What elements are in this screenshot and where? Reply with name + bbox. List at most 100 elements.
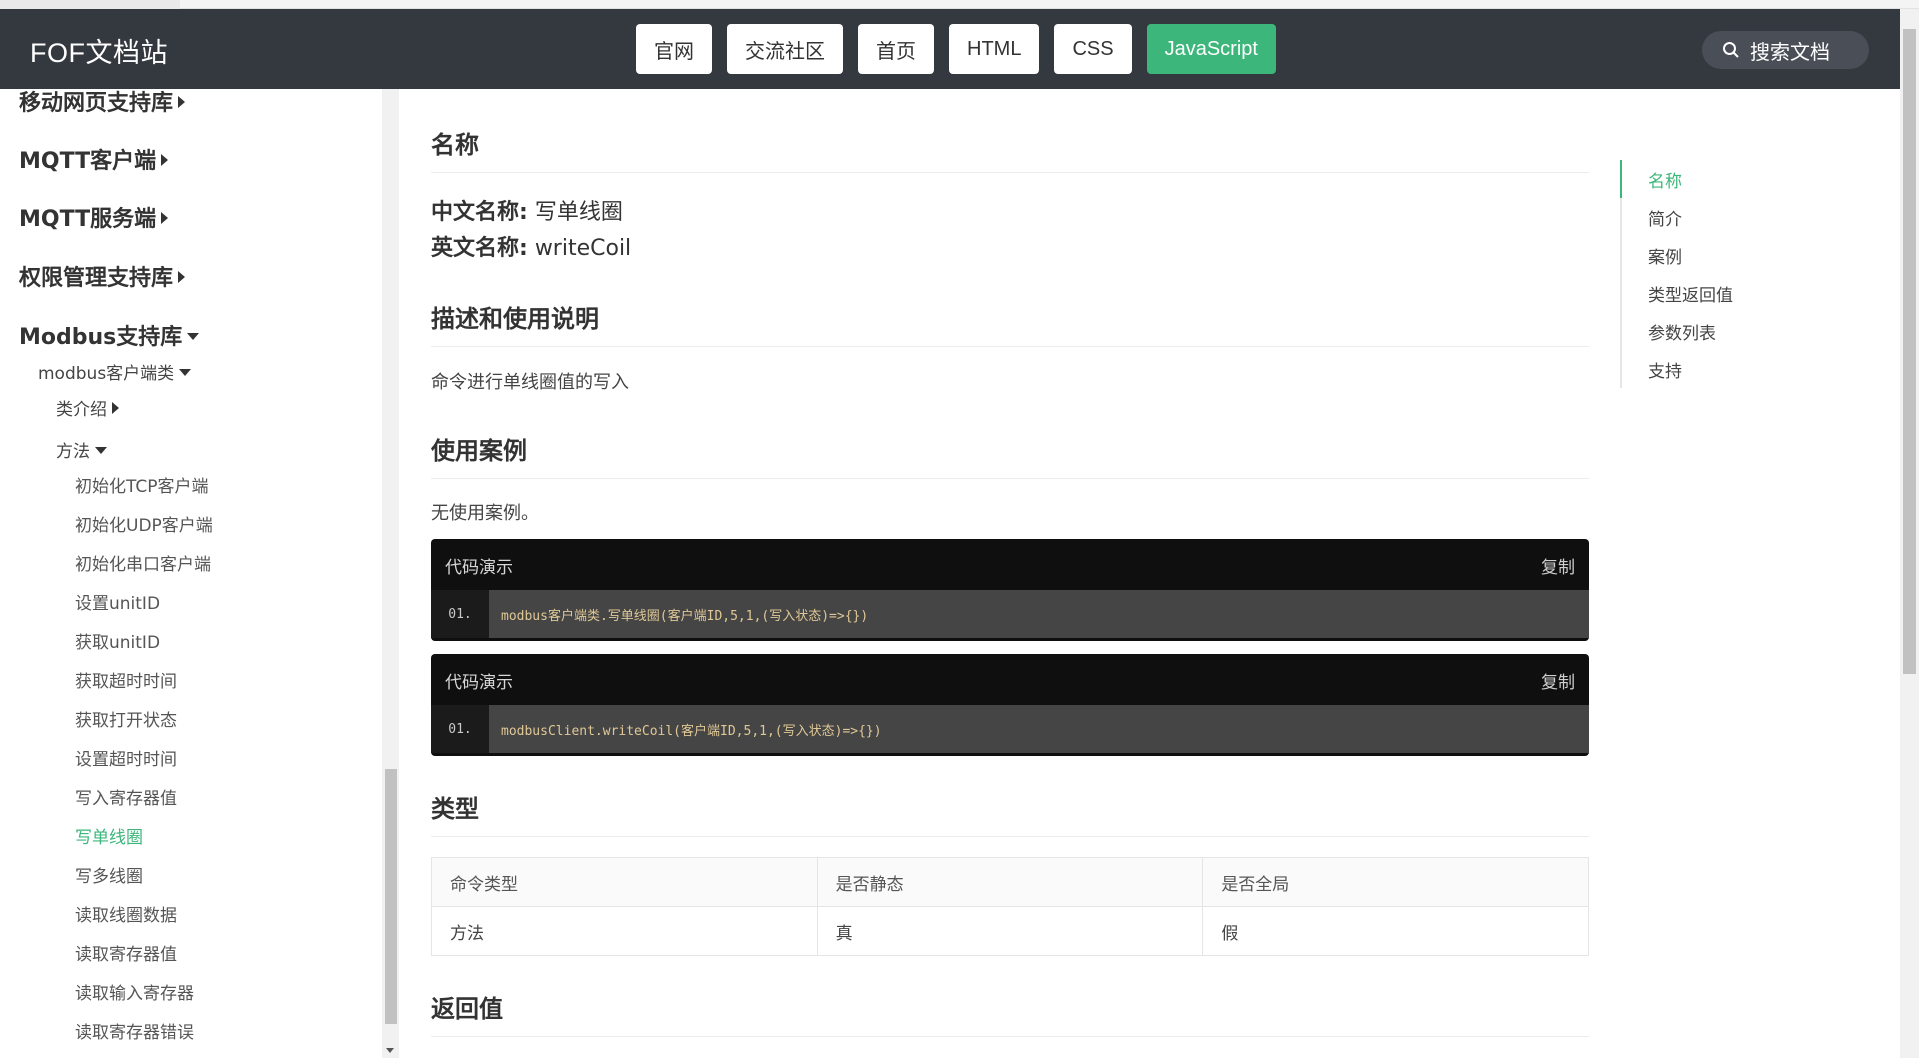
- table-cell: 假: [1202, 906, 1589, 956]
- sidebar-item-permission[interactable]: 权限管理支持库: [19, 260, 186, 292]
- sidebar-method-item[interactable]: 初始化UDP客户端: [75, 511, 213, 536]
- sidebar-item-label: 方法: [56, 442, 90, 462]
- sidebar-item-mqtt-client[interactable]: MQTT客户端: [19, 143, 169, 175]
- caret-right-icon: [178, 96, 186, 108]
- sidebar-item-label: 类介绍: [56, 400, 107, 420]
- page-scrollbar[interactable]: [1900, 9, 1919, 1058]
- sidebar: 移动网页支持库 MQTT客户端 MQTT服务端 权限管理支持库 Modbus支持…: [0, 89, 382, 1058]
- code-block: 代码演示 复制 01. modbus客户端类.写单线圈(客户端ID,5,1,(写…: [431, 539, 1589, 641]
- sidebar-scrollbar[interactable]: [382, 89, 399, 1058]
- heading-description: 描述和使用说明: [431, 299, 1589, 347]
- toc-item-name[interactable]: 名称: [1620, 160, 1733, 198]
- toc-item-type-return[interactable]: 类型返回值: [1622, 274, 1733, 312]
- sidebar-method-item[interactable]: 设置unitID: [75, 589, 160, 614]
- code-block-title: 代码演示: [445, 558, 513, 578]
- sidebar-item-label: MQTT服务端: [19, 207, 157, 232]
- caret-right-icon: [178, 271, 186, 283]
- search-icon: [1723, 42, 1739, 58]
- sidebar-item-label: Modbus支持库: [19, 325, 183, 350]
- sidebar-method-item[interactable]: 读取寄存器错误: [75, 1018, 194, 1043]
- browser-top-strip: [0, 0, 1919, 9]
- sidebar-item-label: MQTT客户端: [19, 149, 157, 174]
- table-header-cell: 命令类型: [431, 857, 818, 907]
- table-row: 方法 真 假: [431, 906, 1589, 956]
- sidebar-scrollbar-thumb[interactable]: [385, 769, 397, 1024]
- caret-down-icon: [179, 368, 192, 376]
- english-name-label: 英文名称:: [431, 236, 528, 261]
- sidebar-item-modbus[interactable]: Modbus支持库: [19, 319, 200, 351]
- toc-item-support[interactable]: 支持: [1622, 350, 1733, 388]
- sidebar-method-item[interactable]: 读取输入寄存器: [75, 979, 194, 1004]
- type-table: 命令类型 是否静态 是否全局 方法 真 假: [431, 857, 1589, 956]
- sidebar-method-item[interactable]: 初始化串口客户端: [75, 550, 211, 575]
- code-block: 代码演示 复制 01. modbusClient.writeCoil(客户端ID…: [431, 654, 1589, 756]
- table-header-row: 命令类型 是否静态 是否全局: [431, 857, 1589, 907]
- nav-css[interactable]: CSS: [1054, 24, 1132, 74]
- heading-return-value: 返回值: [431, 989, 1589, 1037]
- table-cell: 真: [816, 906, 1204, 956]
- sidebar-method-item[interactable]: 读取线圈数据: [75, 901, 177, 926]
- sidebar-item-mqtt-server[interactable]: MQTT服务端: [19, 201, 169, 233]
- search-docs-button[interactable]: 搜索文档: [1702, 31, 1869, 69]
- caret-right-icon: [112, 402, 119, 414]
- sidebar-item-methods[interactable]: 方法: [56, 437, 107, 462]
- sidebar-method-item[interactable]: 获取打开状态: [75, 706, 177, 731]
- sidebar-method-item[interactable]: 写入寄存器值: [75, 784, 177, 809]
- sidebar-method-item[interactable]: 读取寄存器值: [75, 940, 177, 965]
- caret-right-icon: [161, 154, 169, 166]
- caret-right-icon: [161, 212, 169, 224]
- nav-javascript[interactable]: JavaScript: [1146, 24, 1276, 74]
- sidebar-item-label: 移动网页支持库: [19, 91, 174, 116]
- sidebar-method-item[interactable]: 写多线圈: [75, 862, 143, 887]
- chinese-name-label: 中文名称:: [431, 200, 528, 225]
- nav-html[interactable]: HTML: [949, 24, 1040, 74]
- toc-item-params[interactable]: 参数列表: [1622, 312, 1733, 350]
- site-brand[interactable]: FOF文档站: [30, 31, 168, 70]
- sidebar-method-item[interactable]: 获取unitID: [75, 628, 160, 653]
- search-label: 搜索文档: [1750, 39, 1830, 64]
- toc-item-examples[interactable]: 案例: [1622, 236, 1733, 274]
- caret-down-icon: [95, 446, 107, 454]
- examples-text: 无使用案例。: [431, 503, 539, 524]
- sidebar-method-item[interactable]: 写单线圈: [75, 823, 143, 848]
- sidebar-method-item[interactable]: 设置超时时间: [75, 745, 177, 770]
- heading-type: 类型: [431, 789, 1589, 837]
- sidebar-item-class-intro[interactable]: 类介绍: [56, 395, 119, 420]
- main-content: 名称 中文名称: 写单线圈 英文名称: writeCoil 描述和使用说明 命令…: [431, 89, 1589, 1058]
- toc-item-intro[interactable]: 简介: [1622, 198, 1733, 236]
- line-number: 01.: [431, 705, 489, 753]
- sidebar-item-label: modbus客户端类: [38, 364, 175, 384]
- nav-home[interactable]: 首页: [858, 24, 934, 74]
- page-scrollbar-thumb[interactable]: [1903, 29, 1916, 674]
- english-name-value: writeCoil: [534, 236, 632, 261]
- chinese-name-field: 中文名称: 写单线圈: [431, 194, 623, 226]
- code-body: 01. modbusClient.writeCoil(客户端ID,5,1,(写入…: [431, 705, 1589, 753]
- sidebar-item-label: 权限管理支持库: [19, 266, 174, 291]
- code-line[interactable]: modbus客户端类.写单线圈(客户端ID,5,1,(写入状态)=>{}): [501, 590, 868, 638]
- code-line[interactable]: modbusClient.writeCoil(客户端ID,5,1,(写入状态)=…: [501, 705, 882, 753]
- table-header-cell: 是否全局: [1202, 857, 1589, 907]
- sidebar-method-item[interactable]: 初始化TCP客户端: [75, 472, 209, 497]
- sidebar-method-item[interactable]: 获取超时时间: [75, 667, 177, 692]
- copy-button[interactable]: 复制: [1541, 668, 1575, 693]
- table-of-contents: 名称 简介 案例 类型返回值 参数列表 支持: [1620, 160, 1733, 388]
- copy-button[interactable]: 复制: [1541, 553, 1575, 578]
- top-strip-tab: [0, 0, 180, 9]
- sidebar-item-mobile-web[interactable]: 移动网页支持库: [19, 89, 186, 117]
- nav-community[interactable]: 交流社区: [727, 24, 843, 74]
- nav-official-site[interactable]: 官网: [636, 24, 712, 74]
- heading-examples: 使用案例: [431, 431, 1589, 479]
- caret-down-icon: [187, 332, 200, 340]
- sidebar-item-modbus-client-class[interactable]: modbus客户端类: [38, 359, 192, 384]
- chinese-name-value: 写单线圈: [534, 200, 623, 225]
- code-block-title: 代码演示: [445, 673, 513, 693]
- top-nav: 官网 交流社区 首页 HTML CSS JavaScript: [636, 24, 1276, 74]
- table-header-cell: 是否静态: [816, 857, 1204, 907]
- site-header: FOF文档站 官网 交流社区 首页 HTML CSS JavaScript 搜索…: [0, 9, 1900, 89]
- english-name-field: 英文名称: writeCoil: [431, 230, 631, 262]
- description-text: 命令进行单线圈值的写入: [431, 372, 629, 393]
- scroll-down-arrow-icon[interactable]: [386, 1048, 394, 1053]
- code-body: 01. modbus客户端类.写单线圈(客户端ID,5,1,(写入状态)=>{}…: [431, 590, 1589, 638]
- heading-name: 名称: [431, 125, 1589, 173]
- line-number: 01.: [431, 590, 489, 638]
